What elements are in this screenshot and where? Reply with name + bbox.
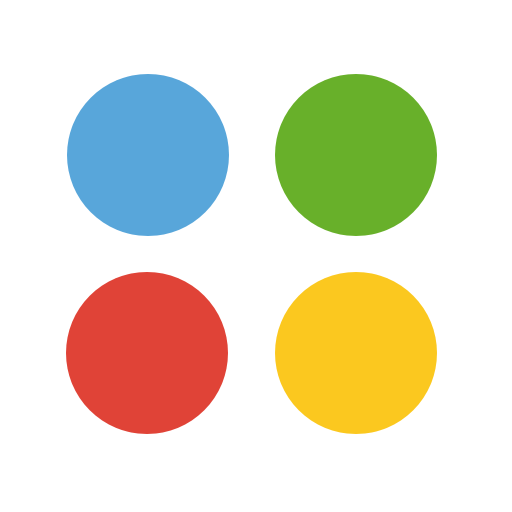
app-icon-canvas xyxy=(0,0,512,512)
yellow-dot-icon xyxy=(275,272,437,434)
red-dot-icon xyxy=(66,272,228,434)
blue-dot-icon xyxy=(67,74,229,236)
green-dot-icon xyxy=(275,74,437,236)
